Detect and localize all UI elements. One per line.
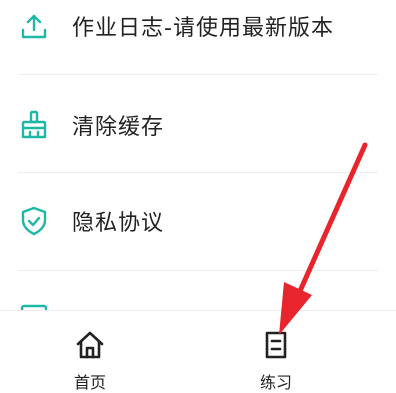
tab-home[interactable]: 首页: [30, 311, 150, 392]
document-icon: [260, 329, 292, 361]
menu-item-label: 作业日志-请使用最新版本: [72, 16, 334, 41]
tab-practice[interactable]: 练习: [216, 311, 336, 392]
broom-icon: [18, 109, 50, 141]
shield-icon: [18, 205, 50, 237]
upload-icon: [18, 10, 50, 42]
menu-item-label: 清除缓存: [72, 115, 165, 140]
menu-item-privacy[interactable]: 隐私协议: [0, 173, 396, 269]
menu-item-label: 隐私协议: [72, 211, 165, 236]
menu-item-clear-cache[interactable]: 清除缓存: [0, 77, 396, 173]
home-icon: [74, 329, 106, 361]
menu-item-upload-log[interactable]: 作业日志-请使用最新版本: [0, 0, 396, 74]
tab-label: 练习: [259, 373, 292, 392]
tab-label: 首页: [73, 373, 106, 392]
bottom-tab-bar: 首页 练习: [0, 310, 396, 392]
divider: [18, 74, 378, 75]
